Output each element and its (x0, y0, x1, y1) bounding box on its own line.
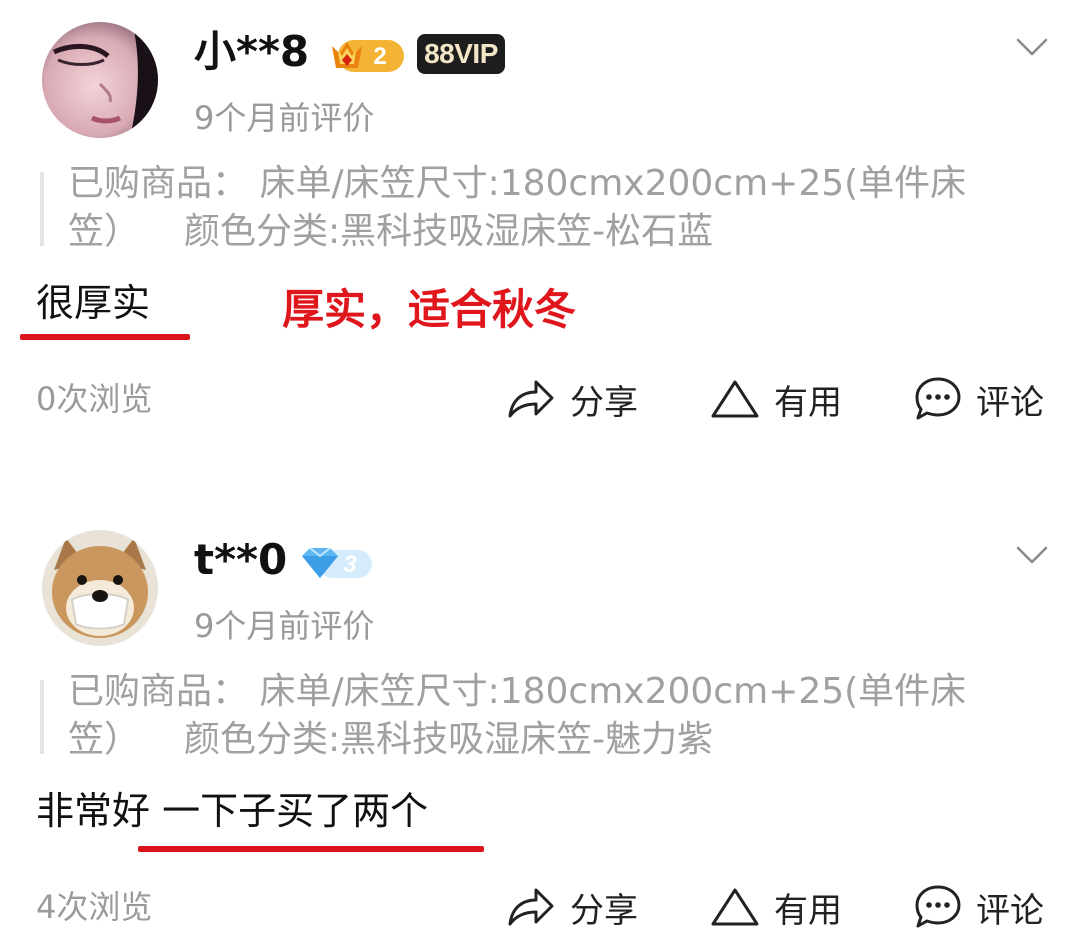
review-card: 小**8 2 88VIP 9个月前评价 已购商品： 床单/床笠尺寸:180cmx… (0, 0, 1080, 470)
username[interactable]: t**0 (194, 530, 287, 590)
share-arrow-icon (508, 380, 554, 418)
level-number: 2 (373, 43, 386, 70)
share-label: 分享 (570, 382, 638, 423)
vip-badge: 88VIP (417, 34, 505, 74)
triangle-useful-icon (711, 380, 759, 418)
username[interactable]: 小**8 (194, 22, 309, 82)
annotation-text: 厚实，适合秋冬 (282, 285, 577, 334)
triangle-useful-icon (711, 888, 759, 926)
share-label: 分享 (570, 890, 638, 931)
review-content: 非常好 一下子买了两个 (36, 789, 429, 833)
crown-level-icon: 2 (332, 40, 404, 72)
avatar[interactable] (42, 22, 158, 138)
view-count: 4次浏览 (36, 888, 153, 926)
spec-text: 颜色分类:黑科技吸湿床笠-松石蓝 (184, 211, 714, 252)
spec-divider (40, 680, 44, 754)
annotation-underline (138, 846, 484, 852)
view-count: 0次浏览 (36, 380, 153, 418)
chevron-down-icon[interactable] (1016, 36, 1048, 60)
avatar[interactable] (42, 530, 158, 646)
speech-bubble-icon (915, 885, 961, 928)
useful-button[interactable]: 有用 (710, 372, 842, 426)
level-number: 3 (343, 551, 357, 578)
spec-line: 笠） 颜色分类:黑科技吸湿床笠-松石蓝 (68, 208, 1048, 256)
purchased-item-spec: 已购商品： 床单/床笠尺寸:180cmx200cm+25(单件床 笠） 颜色分类:… (68, 160, 1048, 256)
comment-label: 评论 (976, 382, 1044, 423)
spec-text: 笠） (68, 719, 141, 760)
review-card: t**0 3 9个月前评价 已购商品： 床单/床笠尺寸:180cmx200cm+… (0, 508, 1080, 947)
useful-button[interactable]: 有用 (710, 880, 842, 934)
comment-label: 评论 (976, 890, 1044, 931)
spec-text: 颜色分类:黑科技吸湿床笠-魅力紫 (184, 719, 714, 760)
useful-label: 有用 (774, 890, 842, 931)
diamond-level-icon: 3 (302, 547, 372, 578)
useful-label: 有用 (774, 382, 842, 423)
spec-line: 已购商品： 床单/床笠尺寸:180cmx200cm+25(单件床 (68, 163, 967, 204)
spec-line: 已购商品： 床单/床笠尺寸:180cmx200cm+25(单件床 (68, 671, 967, 712)
share-button[interactable]: 分享 (506, 372, 638, 426)
review-content: 很厚实 (36, 281, 151, 325)
spec-divider (40, 172, 44, 246)
speech-bubble-icon (915, 377, 961, 420)
spec-text: 笠） (68, 211, 141, 252)
share-button[interactable]: 分享 (506, 880, 638, 934)
review-time: 9个月前评价 (194, 607, 375, 645)
spec-line: 笠） 颜色分类:黑科技吸湿床笠-魅力紫 (68, 716, 1048, 764)
purchased-item-spec: 已购商品： 床单/床笠尺寸:180cmx200cm+25(单件床 笠） 颜色分类:… (68, 668, 1048, 764)
review-time: 9个月前评价 (194, 99, 375, 137)
chevron-down-icon[interactable] (1016, 544, 1048, 568)
share-arrow-icon (508, 888, 554, 926)
annotation-underline (20, 334, 190, 340)
comment-button[interactable]: 评论 (914, 372, 1044, 426)
comment-button[interactable]: 评论 (914, 880, 1044, 934)
